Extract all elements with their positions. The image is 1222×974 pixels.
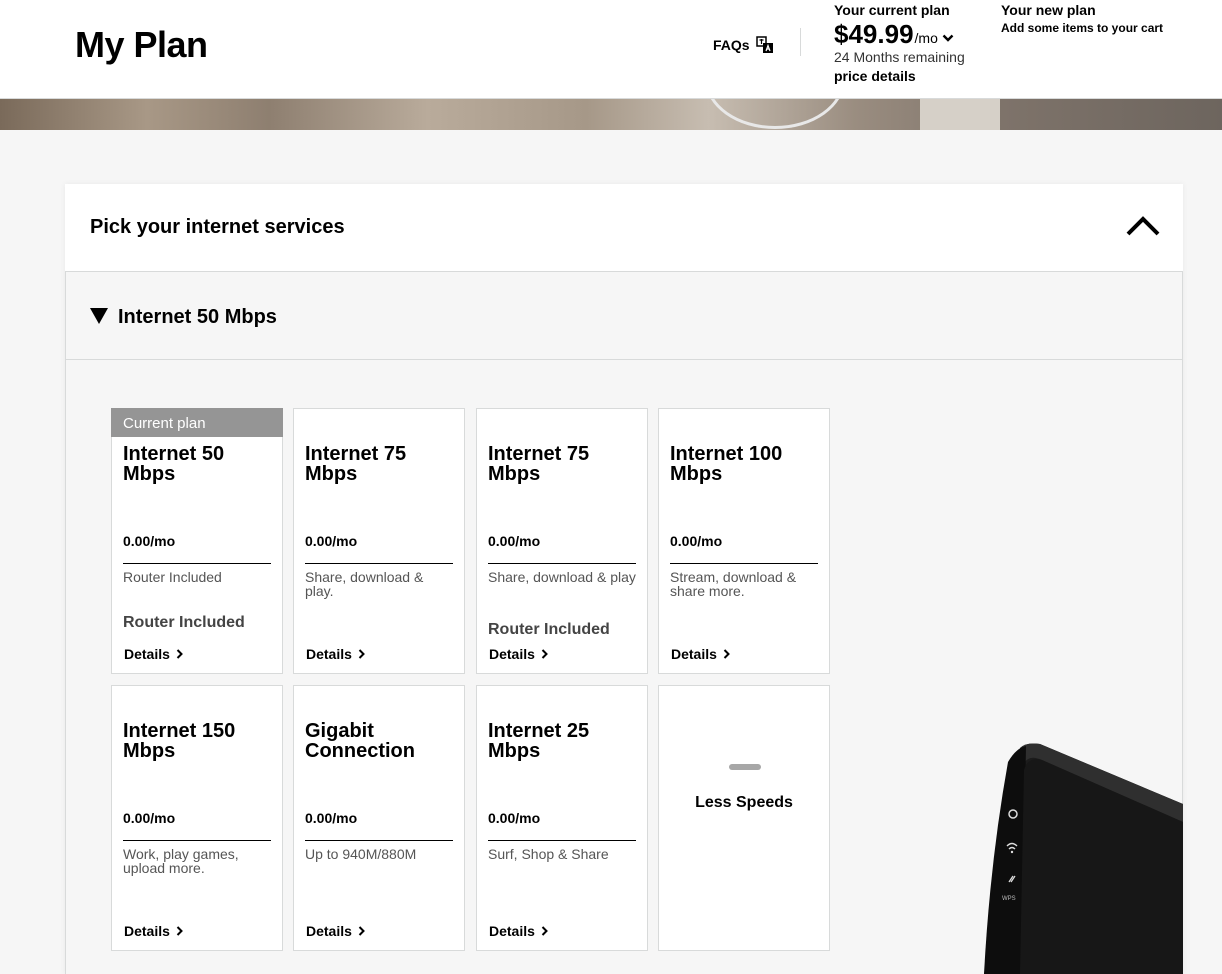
header-divider	[800, 28, 801, 56]
details-label: Details	[306, 923, 352, 939]
chevron-right-icon	[541, 923, 548, 939]
chevron-right-icon	[176, 646, 183, 662]
details-label: Details	[489, 646, 535, 662]
triangle-down-icon	[90, 308, 108, 329]
faqs-link[interactable]: FAQs	[713, 36, 774, 54]
plan-divider	[488, 840, 636, 841]
details-link[interactable]: Details	[671, 646, 730, 662]
plan-divider	[123, 563, 271, 564]
plan-divider	[123, 840, 271, 841]
plan-name: Internet 150 Mbps	[123, 720, 236, 762]
plan-divider	[670, 563, 818, 564]
plan-price: 0.00/mo	[488, 810, 541, 826]
plan-tile[interactable]: Gigabit Connection 0.00/mo Up to 940M/88…	[293, 685, 465, 951]
translate-icon	[755, 36, 774, 54]
current-plan-summary: Your current plan $49.99 /mo 24 Months r…	[834, 2, 965, 84]
plan-description: Up to 940M/880M	[305, 846, 417, 862]
plan-divider	[488, 563, 636, 564]
chevron-right-icon	[176, 923, 183, 939]
less-speeds-tile[interactable]: Less Speeds	[658, 685, 830, 951]
plan-price: 0.00/mo	[488, 533, 541, 549]
plan-group-header[interactable]: Internet 50 Mbps	[66, 272, 1182, 360]
chevron-up-icon[interactable]	[1125, 214, 1161, 243]
details-link[interactable]: Details	[489, 646, 548, 662]
plan-description: Share, download & play.	[305, 569, 424, 599]
plan-name: Internet 100 Mbps	[670, 443, 783, 485]
plan-price: 0.00/mo	[123, 810, 176, 826]
top-header: My Plan FAQs Your current plan $49.99 /m…	[0, 0, 1222, 99]
plan-price: 0.00/mo	[305, 533, 358, 549]
page-title: My Plan	[75, 24, 208, 65]
hero-figure	[920, 99, 1000, 130]
chevron-down-icon	[942, 19, 954, 50]
plan-divider	[305, 840, 453, 841]
svg-text:WPS: WPS	[1002, 896, 1016, 902]
plan-tile[interactable]: Internet 25 Mbps 0.00/mo Surf, Shop & Sh…	[476, 685, 648, 951]
chevron-right-icon	[723, 646, 730, 662]
details-link[interactable]: Details	[306, 923, 365, 939]
details-link[interactable]: Details	[124, 646, 183, 662]
section-title: Pick your internet services	[90, 216, 345, 238]
plan-extra: Router Included	[488, 621, 610, 638]
details-label: Details	[671, 646, 717, 662]
current-plan-label: Your current plan	[834, 2, 950, 18]
details-label: Details	[489, 923, 535, 939]
plan-name: Internet 75 Mbps	[488, 443, 590, 485]
router-image: WPS	[980, 742, 1183, 974]
plan-price: 0.00/mo	[670, 533, 723, 549]
current-plan-badge: Current plan	[111, 408, 283, 437]
internet-services-header[interactable]: Pick your internet services	[65, 184, 1183, 272]
details-link[interactable]: Details	[489, 923, 548, 939]
new-plan-summary: Your new plan Add some items to your car…	[1001, 2, 1163, 35]
plan-name: Internet 25 Mbps	[488, 720, 590, 762]
new-plan-subtext: Add some items to your cart	[1001, 21, 1164, 35]
chevron-right-icon	[541, 646, 548, 662]
faqs-label: FAQs	[713, 37, 750, 53]
plan-price: 0.00/mo	[123, 533, 176, 549]
details-label: Details	[124, 923, 170, 939]
months-remaining: 24 Months remaining	[834, 49, 965, 65]
plan-price: 0.00/mo	[305, 810, 358, 826]
plan-tile[interactable]: Internet 100 Mbps 0.00/mo Stream, downlo…	[658, 408, 830, 674]
plan-description: Work, play games, upload more.	[123, 846, 239, 876]
plan-description: Surf, Shop & Share	[488, 846, 609, 862]
details-link[interactable]: Details	[124, 923, 183, 939]
minus-icon	[729, 764, 761, 770]
current-plan-per: /mo	[914, 30, 938, 46]
new-plan-label: Your new plan	[1001, 2, 1096, 18]
chevron-right-icon	[358, 646, 365, 662]
plan-tile[interactable]: Internet 150 Mbps 0.00/mo Work, play gam…	[111, 685, 283, 951]
plan-description: Share, download & play	[488, 569, 636, 585]
plan-description: Router Included	[123, 569, 222, 585]
hero-image	[0, 99, 1222, 130]
plan-group-title: Internet 50 Mbps	[118, 306, 277, 328]
plan-tile[interactable]: Current plan Internet 50 Mbps 0.00/mo Ro…	[111, 408, 283, 674]
plan-tile[interactable]: Internet 75 Mbps 0.00/mo Share, download…	[476, 408, 648, 674]
current-plan-price: $49.99	[834, 19, 914, 49]
details-link[interactable]: Details	[306, 646, 365, 662]
plan-name: Internet 50 Mbps	[123, 443, 225, 485]
chevron-right-icon	[358, 923, 365, 939]
plan-description: Stream, download & share more.	[670, 569, 797, 599]
bicycle-wheel	[705, 99, 845, 129]
plan-extra: Router Included	[123, 614, 245, 631]
plan-name: Gigabit Connection	[305, 720, 415, 762]
price-details-link[interactable]: price details	[834, 68, 965, 84]
less-speeds-label: Less Speeds	[695, 794, 793, 811]
plan-tile[interactable]: Internet 75 Mbps 0.00/mo Share, download…	[293, 408, 465, 674]
details-label: Details	[124, 646, 170, 662]
plan-name: Internet 75 Mbps	[305, 443, 407, 485]
current-plan-price-toggle[interactable]: $49.99 /mo	[834, 19, 965, 50]
details-label: Details	[306, 646, 352, 662]
plan-divider	[305, 563, 453, 564]
